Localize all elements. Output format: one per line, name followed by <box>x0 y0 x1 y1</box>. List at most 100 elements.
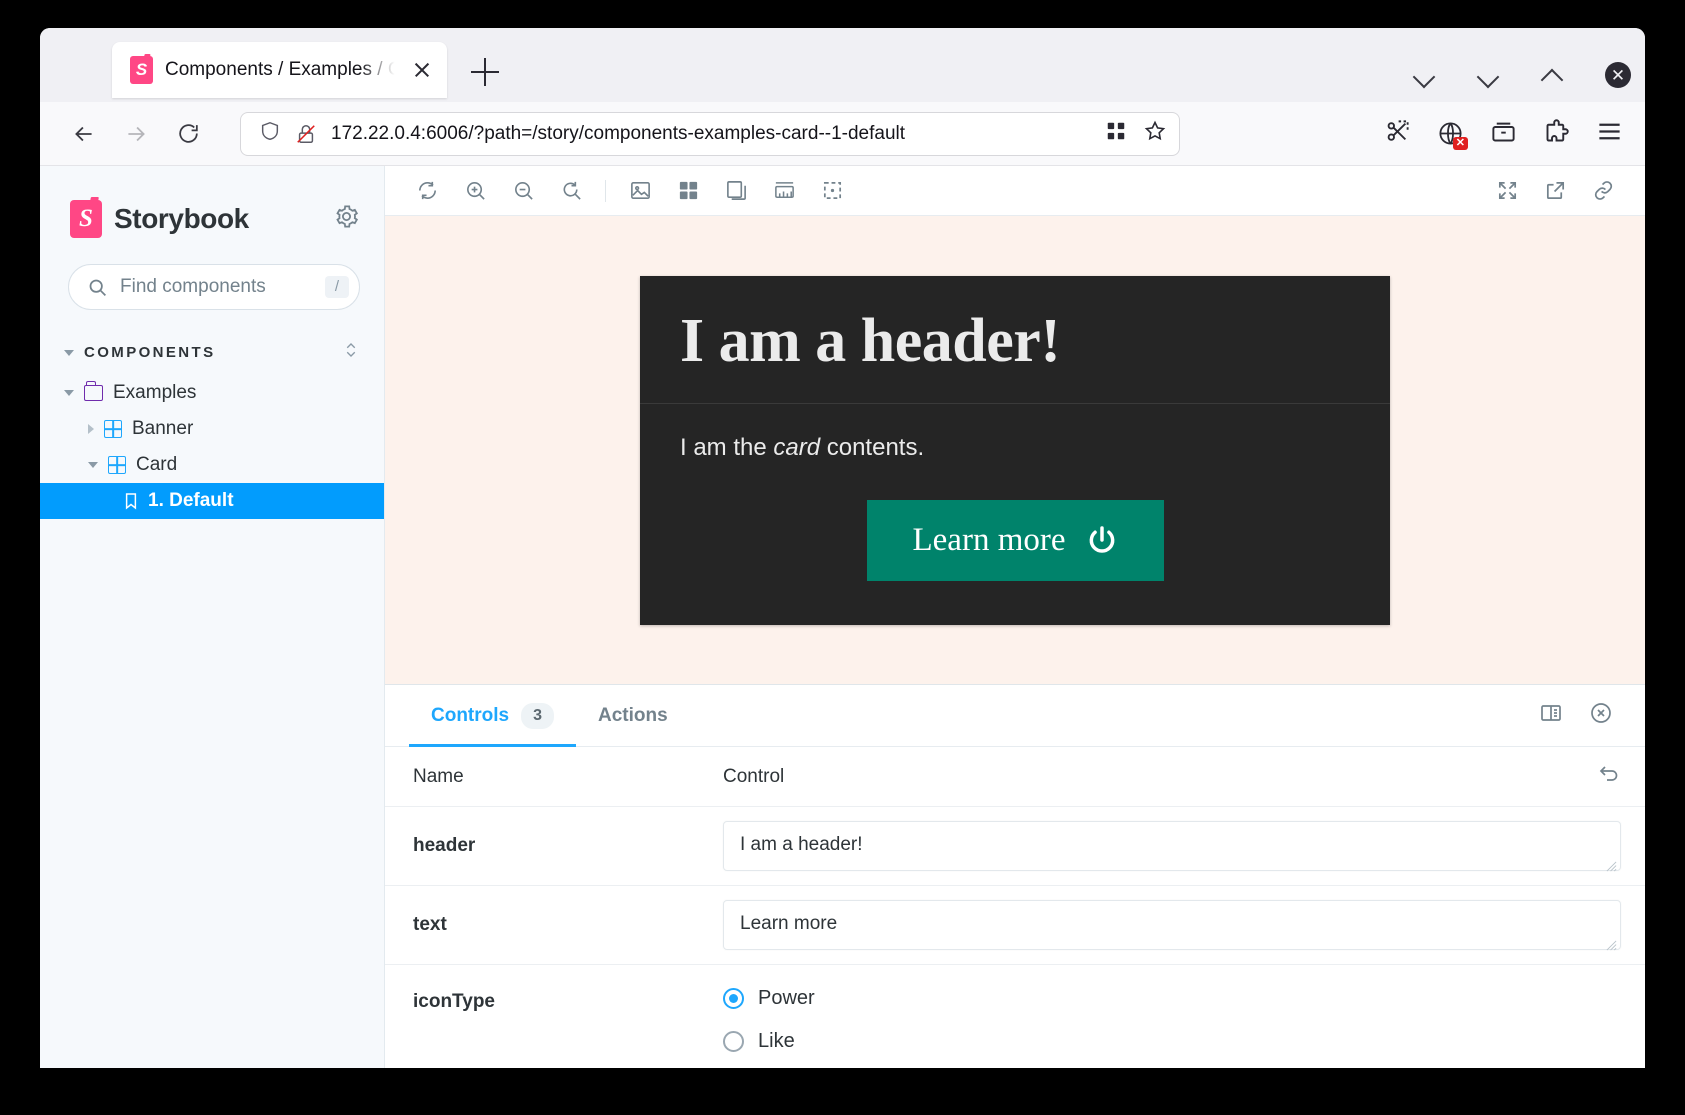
globe-blocked-icon[interactable]: ✕ <box>1437 120 1464 147</box>
fullscreen-icon[interactable] <box>1483 171 1531 211</box>
sidebar-item-banner[interactable]: Banner <box>40 411 384 447</box>
bookmark-star-icon[interactable] <box>1143 119 1167 148</box>
storybook-favicon-icon: S <box>130 56 153 84</box>
search-input[interactable]: Find components / <box>68 264 360 310</box>
tab-title: Components / Examples / C <box>165 59 397 81</box>
zoom-out-icon[interactable] <box>499 171 547 211</box>
resize-handle[interactable] <box>1606 856 1617 867</box>
search-placeholder: Find components <box>120 276 313 298</box>
focus-icon[interactable] <box>808 171 856 211</box>
address-bar[interactable]: 172.22.0.4:6006/?path=/story/components-… <box>240 112 1180 156</box>
folder-icon <box>84 385 103 401</box>
back-icon[interactable] <box>62 112 106 156</box>
card-body: I am the card contents. Learn more <box>640 404 1390 625</box>
arg-name-text: text <box>413 914 723 936</box>
component-icon <box>108 456 126 474</box>
tab-controls-label: Controls <box>431 705 509 727</box>
learn-more-button[interactable]: Learn more <box>867 500 1164 581</box>
arg-control-text: Learn more <box>723 900 1621 950</box>
panel-position-icon[interactable] <box>1539 701 1563 730</box>
addon-panel: Controls 3 Actions <box>385 684 1645 1068</box>
close-icon[interactable] <box>409 57 435 83</box>
chevron-down-icon <box>64 390 74 396</box>
measure-icon[interactable] <box>760 171 808 211</box>
text-textarea[interactable]: Learn more <box>723 900 1621 950</box>
remount-icon[interactable] <box>403 171 451 211</box>
tab-actions-label: Actions <box>598 705 668 727</box>
icontype-radio-group: Power Like External <box>723 987 1621 1068</box>
forward-icon[interactable] <box>114 112 158 156</box>
navigation-bar: 172.22.0.4:6006/?path=/story/components-… <box>40 102 1645 166</box>
extensions-grid-icon[interactable] <box>1105 120 1127 147</box>
sort-icon[interactable] <box>342 340 360 365</box>
copy-link-icon[interactable] <box>1579 171 1627 211</box>
reload-icon[interactable] <box>166 112 210 156</box>
arg-name-icontype: iconType <box>413 987 723 1013</box>
browser-tab[interactable]: S Components / Examples / C <box>112 42 447 98</box>
brand-title: Storybook <box>114 203 249 235</box>
sidebar-item-card[interactable]: Card <box>40 447 384 483</box>
radio-option-like[interactable]: Like <box>723 1030 1621 1053</box>
screenshot-icon[interactable] <box>1384 118 1411 150</box>
card-header: I am a header! <box>640 276 1390 404</box>
browser-window: S Components / Examples / C ✕ <box>40 28 1645 1068</box>
radio-option-power[interactable]: Power <box>723 987 1621 1010</box>
chevron-down-icon[interactable] <box>1413 64 1435 86</box>
header-textarea[interactable]: I am a header! <box>723 821 1621 871</box>
power-icon <box>1086 524 1118 556</box>
shield-icon[interactable] <box>259 120 281 147</box>
window-close-icon[interactable]: ✕ <box>1605 62 1631 88</box>
tab-actions[interactable]: Actions <box>576 685 690 746</box>
arg-control-icontype: Power Like External <box>723 987 1621 1068</box>
workspace: S Storybook Find components / COMPONENTS <box>40 166 1645 1068</box>
sidebar-header: S Storybook <box>40 166 384 238</box>
browser-toolbar-icons: ✕ <box>1364 118 1623 150</box>
chevron-down-icon <box>88 462 98 468</box>
search-icon <box>87 277 108 298</box>
chevron-down-icon <box>64 350 74 356</box>
outline-icon[interactable] <box>712 171 760 211</box>
app-menu-icon[interactable] <box>1596 118 1623 150</box>
card-action-wrap: Learn more <box>680 500 1350 581</box>
new-tab-button[interactable] <box>469 56 501 88</box>
header-textarea-value: I am a header! <box>740 834 863 855</box>
panel-tabs: Controls 3 Actions <box>385 685 1645 747</box>
sidebar-item-1-default[interactable]: 1. Default <box>40 483 384 519</box>
table-row: header I am a header! <box>385 807 1645 886</box>
card-text-suffix: contents. <box>820 434 924 461</box>
close-panel-icon[interactable] <box>1589 701 1613 730</box>
extensions-icon[interactable] <box>1543 118 1570 150</box>
resize-handle[interactable] <box>1606 935 1617 946</box>
grid-icon[interactable] <box>664 171 712 211</box>
card-text-emphasis: card <box>773 434 820 461</box>
radio-label: Like <box>758 1030 795 1053</box>
components-section-header[interactable]: COMPONENTS <box>40 310 384 365</box>
arg-name-header: header <box>413 835 723 857</box>
toolbar-divider <box>605 180 606 202</box>
section-title: COMPONENTS <box>84 344 216 361</box>
main-area: I am a header! I am the card contents. L… <box>385 166 1645 1068</box>
tab-controls[interactable]: Controls 3 <box>409 685 576 746</box>
maximize-icon[interactable] <box>1541 64 1563 86</box>
url-text[interactable]: 172.22.0.4:6006/?path=/story/components-… <box>331 123 1091 145</box>
sidebar-item-examples[interactable]: Examples <box>40 375 384 411</box>
minimize-icon[interactable] <box>1477 64 1499 86</box>
sidebar-item-label: Banner <box>132 418 193 440</box>
tracker-blocked-icon[interactable] <box>295 123 317 145</box>
archive-icon[interactable] <box>1490 118 1517 150</box>
gear-icon[interactable] <box>333 203 360 235</box>
panel-action-icons <box>1539 701 1621 730</box>
backgrounds-icon[interactable] <box>616 171 664 211</box>
column-header-name: Name <box>413 766 723 788</box>
zoom-in-icon[interactable] <box>451 171 499 211</box>
card-text-prefix: I am the <box>680 434 773 461</box>
open-new-tab-icon[interactable] <box>1531 171 1579 211</box>
table-row: text Learn more <box>385 886 1645 965</box>
controls-count-badge: 3 <box>521 703 554 729</box>
sidebar-item-label: Examples <box>113 382 196 404</box>
reset-controls-icon[interactable] <box>1597 762 1621 792</box>
zoom-reset-icon[interactable] <box>547 171 595 211</box>
column-header-control: Control <box>723 766 1597 788</box>
bookmark-icon <box>124 492 138 510</box>
chevron-right-icon <box>88 424 94 434</box>
